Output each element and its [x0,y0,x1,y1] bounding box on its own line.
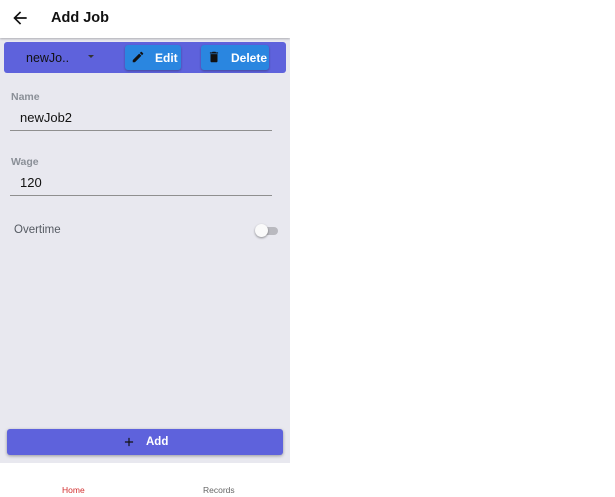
add-button[interactable]: Add [7,429,283,455]
name-field-label: Name [11,91,40,103]
wage-field-label: Wage [11,156,39,168]
edit-button[interactable]: Edit [125,45,181,70]
overtime-toggle[interactable] [255,223,279,239]
chevron-down-icon [88,55,94,58]
pencil-icon [132,51,144,63]
overtime-label: Overtime [14,224,61,236]
wage-input[interactable] [10,170,272,196]
job-select-value: newJo.. [26,51,70,65]
add-button-label: Add [146,436,169,448]
name-input[interactable] [10,105,272,131]
form-content: newJo.. Edit Delete Name newJob2 Wage 12… [0,38,290,463]
nav-item-home[interactable]: Home [62,485,85,495]
arrow-left-icon [13,11,27,25]
delete-button[interactable]: Delete [201,45,269,70]
delete-button-label: Delete [231,51,268,65]
app-screen: Add Job newJo.. Edit Delete Name newJob2… [0,0,290,497]
plus-icon [124,437,134,447]
bottom-navigation: Home Records [0,463,290,497]
app-bar: Add Job [0,0,290,38]
trash-icon [209,51,219,63]
page-title: Add Job [51,10,109,26]
job-toolbar: newJo.. Edit Delete [4,42,286,73]
nav-item-records[interactable]: Records [203,485,235,495]
toggle-thumb [255,224,268,237]
job-select-dropdown[interactable]: newJo.. [12,42,102,73]
back-button[interactable] [10,8,30,28]
overtime-row: Overtime [0,220,290,242]
edit-button-label: Edit [155,51,178,65]
